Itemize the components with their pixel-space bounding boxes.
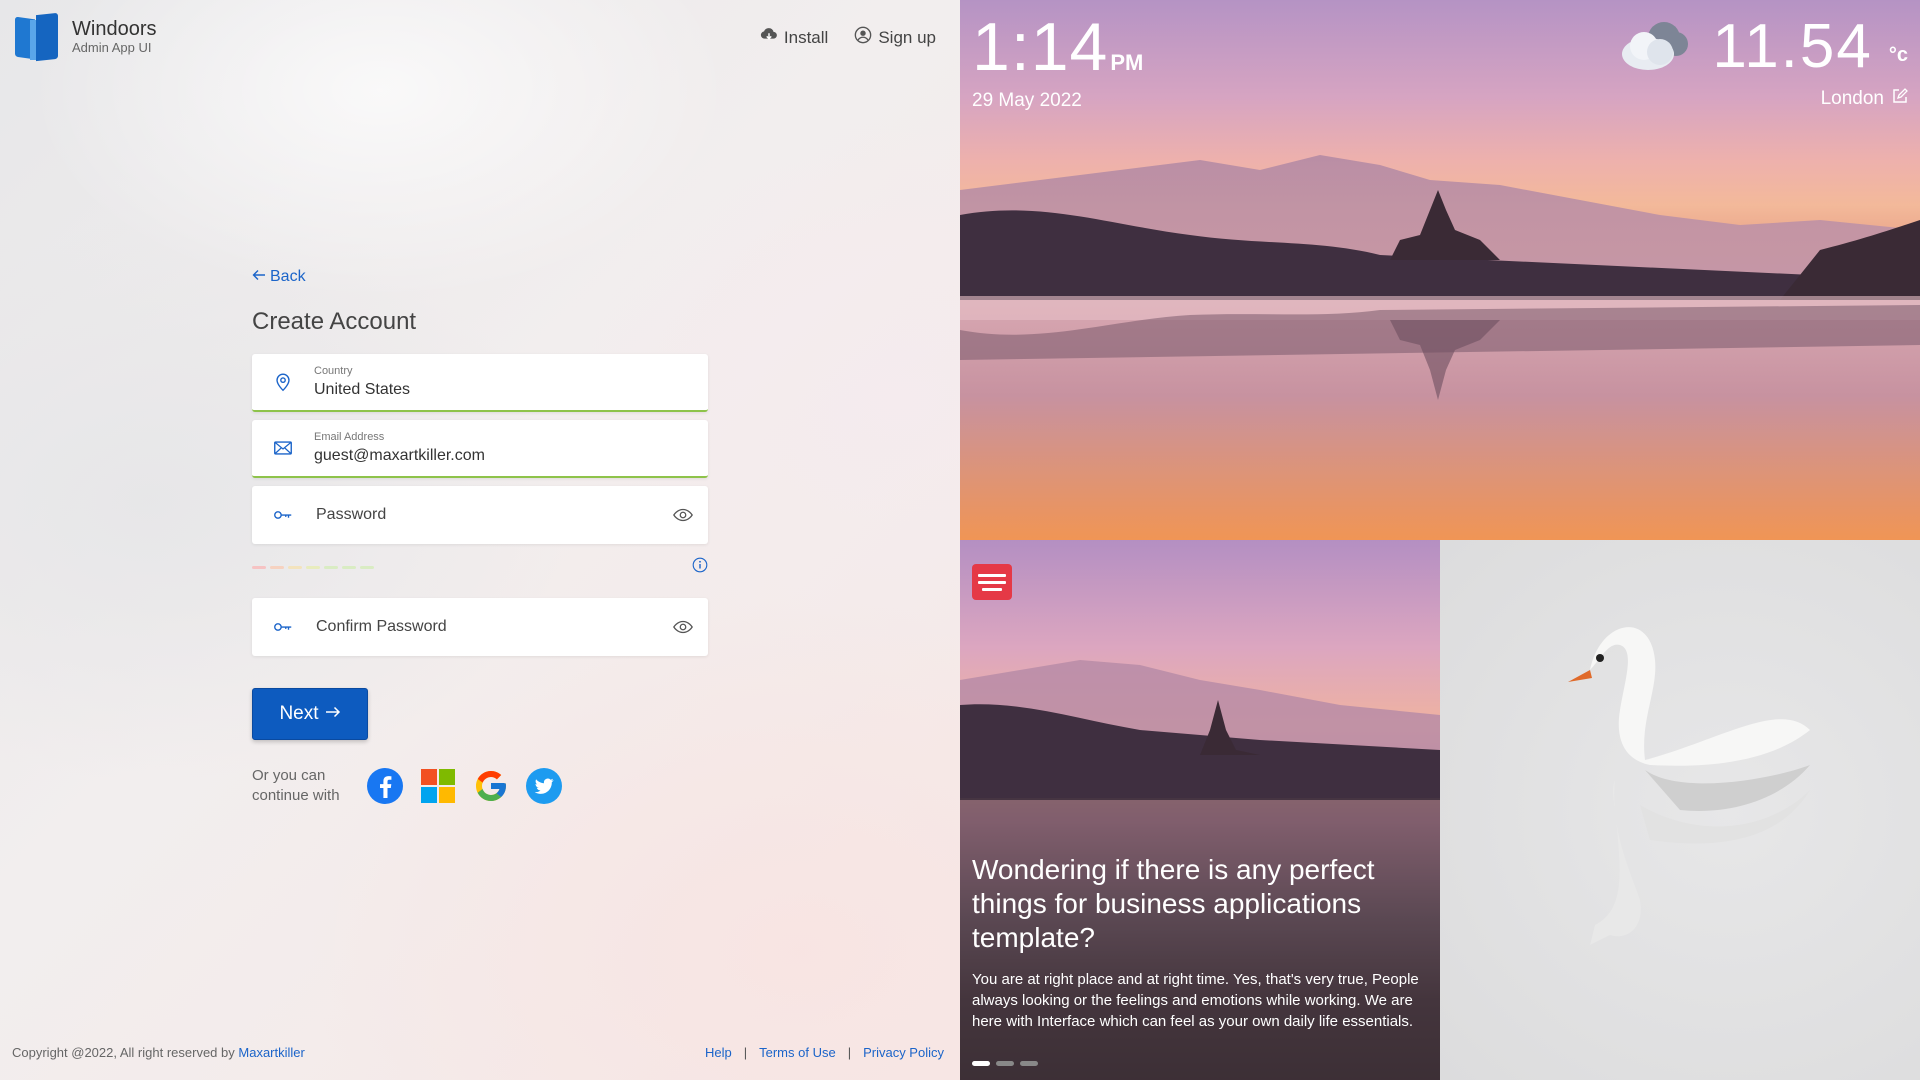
- news-body: You are at right place and at right time…: [972, 971, 1419, 1030]
- news-carousel[interactable]: Wondering if there is any perfect things…: [960, 540, 1440, 1080]
- separator: |: [847, 1045, 852, 1060]
- show-confirm-password-eye-icon[interactable]: [658, 616, 708, 638]
- email-field[interactable]: Email Address guest@maxartkiller.com: [252, 420, 708, 478]
- temperature-unit: °c: [1888, 44, 1908, 66]
- carousel-dot[interactable]: [1020, 1061, 1038, 1066]
- back-link[interactable]: Back: [252, 268, 708, 286]
- key-icon: [252, 504, 314, 526]
- signup-button[interactable]: Sign up: [854, 26, 936, 49]
- info-icon[interactable]: [692, 557, 708, 578]
- windoors-logo-icon: [12, 12, 62, 62]
- privacy-policy-link[interactable]: Privacy Policy: [863, 1045, 944, 1060]
- clock-time: 1:14: [972, 9, 1109, 85]
- country-field[interactable]: Country United States: [252, 354, 708, 412]
- twitter-icon[interactable]: [525, 767, 563, 805]
- page-title: Create Account: [252, 308, 417, 335]
- next-button[interactable]: Next: [252, 688, 368, 740]
- country-value: United States: [314, 381, 411, 398]
- carousel-indicators: [972, 1061, 1038, 1066]
- city-name: London: [1820, 88, 1884, 109]
- news-icon: [972, 564, 1012, 600]
- install-button[interactable]: Install: [760, 26, 828, 49]
- cloud-download-icon: [760, 26, 778, 49]
- carousel-dot[interactable]: [972, 1061, 990, 1066]
- swan-image: [1440, 540, 1920, 1080]
- maxartkiller-link[interactable]: Maxartkiller: [238, 1045, 304, 1060]
- brand-subtitle: Admin App UI: [72, 40, 152, 55]
- temperature-value: 11.54: [1712, 12, 1873, 81]
- confirm-password-field[interactable]: Confirm Password: [252, 598, 708, 656]
- brand[interactable]: Windoors Admin App UI: [12, 12, 156, 62]
- arrow-left-icon: [252, 268, 266, 286]
- password-placeholder: Password: [316, 506, 387, 523]
- help-link[interactable]: Help: [705, 1045, 732, 1060]
- terms-of-use-link[interactable]: Terms of Use: [759, 1045, 836, 1060]
- email-value: guest@maxartkiller.com: [314, 447, 485, 464]
- create-account-form: Back Create Account Country United State…: [252, 268, 708, 806]
- carousel-dot[interactable]: [996, 1061, 1014, 1066]
- facebook-icon[interactable]: [366, 767, 404, 805]
- back-label: Back: [270, 268, 306, 285]
- map-pin-icon: [252, 371, 314, 393]
- edit-icon[interactable]: [1892, 88, 1908, 110]
- confirm-password-placeholder: Confirm Password: [316, 618, 447, 635]
- brand-name: Windoors: [72, 18, 157, 40]
- password-field[interactable]: Password: [252, 486, 708, 544]
- footer: Copyright @2022, All right reserved by M…: [12, 1045, 944, 1060]
- cloud-icon: [1614, 14, 1698, 79]
- clock-widget: 1:14PM 29 May 2022: [972, 12, 1143, 112]
- copyright-text: Copyright @2022, All right reserved by: [12, 1045, 235, 1060]
- news-title: Wondering if there is any perfect things…: [972, 854, 1375, 953]
- clock-date: 29 May 2022: [972, 90, 1082, 111]
- user-circle-icon: [854, 26, 872, 49]
- social-login: Or you can continue with: [252, 766, 708, 806]
- envelope-icon: [252, 437, 314, 459]
- social-text-line-2: continue with: [252, 787, 340, 804]
- city-selector[interactable]: London: [1614, 88, 1908, 110]
- email-label: Email Address: [314, 431, 385, 443]
- clock-ampm: PM: [1110, 50, 1144, 75]
- signup-label: Sign up: [878, 27, 936, 47]
- show-password-eye-icon[interactable]: [658, 504, 708, 526]
- auth-panel: Windoors Admin App UI Install Sign up Ba…: [0, 0, 960, 1080]
- windows-icon[interactable]: [419, 767, 457, 805]
- google-icon[interactable]: [472, 767, 510, 805]
- arrow-right-icon: [325, 703, 341, 725]
- hero-lake-image: 1:14PM 29 May 2022 11.54 °c London: [960, 0, 1920, 540]
- password-strength-meter: [252, 565, 374, 569]
- install-label: Install: [783, 27, 829, 47]
- key-icon: [252, 616, 314, 638]
- next-label: Next: [279, 703, 319, 724]
- country-label: Country: [314, 365, 353, 377]
- weather-widget: 11.54 °c London: [1614, 14, 1908, 110]
- swan-scene: [1568, 627, 1810, 945]
- social-text-line-1: Or you can: [252, 767, 326, 784]
- separator: |: [743, 1045, 748, 1060]
- showcase-panel: 1:14PM 29 May 2022 11.54 °c London Wonde…: [960, 0, 1920, 1080]
